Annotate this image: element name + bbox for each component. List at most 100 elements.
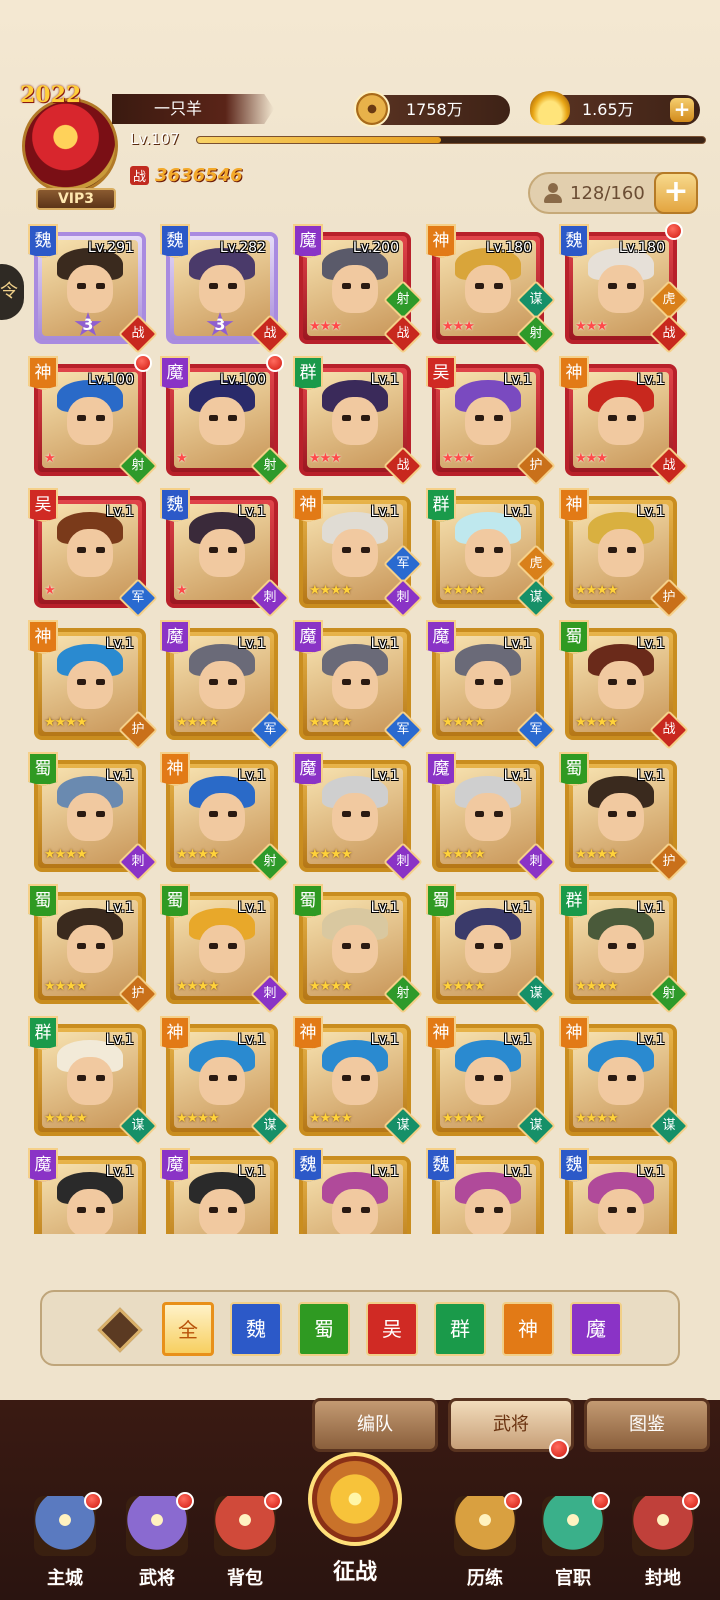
hero-stars: ★★★★ — [309, 847, 353, 862]
nav-武将[interactable]: 武将 — [112, 1462, 202, 1600]
avatar[interactable] — [22, 98, 118, 194]
notification-dot — [264, 1492, 282, 1510]
sort-icon[interactable] — [97, 1307, 143, 1353]
hero-card[interactable]: 魏 Lv.180 ★★★ 虎战 — [559, 222, 689, 354]
hero-card[interactable]: 神 Lv.1 ★★★★ 谋 — [293, 1016, 423, 1146]
vip-badge[interactable]: VIP3 — [36, 188, 116, 210]
hero-card[interactable]: 蜀 Lv.1 ★★★★ 护 — [559, 752, 689, 882]
hero-card[interactable]: 神 Lv.1 ★★★★ 射 — [160, 752, 290, 882]
hero-card[interactable]: 群 Lv.1 ★★★★ 虎谋 — [426, 488, 556, 618]
hero-card[interactable]: 神 Lv.1 ★★★★ 谋 — [559, 1016, 689, 1146]
role-text: 护 — [662, 854, 676, 869]
hero-level: Lv.1 — [503, 900, 532, 916]
hero-eye — [341, 811, 352, 817]
nav-主城[interactable]: 主城 — [20, 1462, 110, 1600]
filter-吴[interactable]: 吴 — [366, 1302, 418, 1356]
hero-card[interactable]: 蜀 Lv.1 ★★★★ 刺 — [28, 752, 158, 882]
hero-card[interactable]: 魏 Lv.291 3 战 — [28, 224, 158, 354]
hero-stars: ★★★ — [442, 319, 475, 334]
hero-stars: ★★★★ — [575, 979, 619, 994]
nav-背包[interactable]: 背包 — [200, 1462, 290, 1600]
hero-eye — [208, 679, 219, 685]
hero-card[interactable]: 魔 Lv.1 ★★★★ 军 — [293, 620, 423, 750]
filter-魔[interactable]: 魔 — [570, 1302, 622, 1356]
hero-card[interactable]: 神 Lv.180 ★★★ 谋射 — [426, 224, 556, 354]
hero-card[interactable]: 神 Lv.1 ★★★★ 护 — [559, 488, 689, 618]
hero-card[interactable]: 魔 Lv.1 ★★★★ 刺 — [426, 752, 556, 882]
faction-badge: 吴 — [28, 488, 58, 522]
subtab-图鉴[interactable]: 图鉴 — [584, 1398, 710, 1452]
hero-card[interactable]: 吴 Lv.1 ★★★ 护 — [426, 356, 556, 486]
filter-群[interactable]: 群 — [434, 1302, 486, 1356]
hero-card[interactable]: 魔 Lv.200 ★★★ 射战 — [293, 224, 423, 354]
hero-card[interactable]: 神 Lv.1 ★★★★ 谋 — [160, 1016, 290, 1146]
hero-card[interactable]: 神 Lv.100 ★ 射 — [28, 354, 158, 486]
hero-card[interactable]: 魏 Lv.282 3 战 — [160, 224, 290, 354]
hero-card[interactable]: 吴 Lv.1 ★ 军 — [28, 488, 158, 618]
subtab-武将[interactable]: 武将 — [448, 1398, 574, 1459]
nav-官职[interactable]: 官职 — [528, 1462, 618, 1600]
hero-eye — [95, 415, 106, 421]
hero-stars: ★★★★ — [442, 715, 486, 730]
role-text: 刺 — [263, 986, 277, 1001]
hero-level: Lv.1 — [636, 1164, 665, 1180]
hero-eye — [607, 1207, 618, 1213]
hero-level: Lv.1 — [370, 768, 399, 784]
faction-badge: 群 — [28, 1016, 58, 1050]
hero-card[interactable]: 魔 Lv.1 — [28, 1148, 146, 1234]
hero-card[interactable]: 魔 Lv.1 — [160, 1148, 278, 1234]
add-capacity-button[interactable]: + — [654, 172, 698, 214]
faction-badge: 魔 — [426, 620, 456, 654]
hero-card[interactable]: 魏 Lv.1 — [559, 1148, 677, 1234]
hero-eye — [227, 943, 238, 949]
hero-level: Lv.1 — [503, 1032, 532, 1048]
filter-全[interactable]: 全 — [162, 1302, 214, 1356]
ingot-counter[interactable]: 1.65万 + — [530, 91, 700, 125]
hero-card[interactable]: 魔 Lv.1 ★★★★ 军 — [160, 620, 290, 750]
nav-battle[interactable]: 征战 — [300, 1440, 410, 1600]
hero-level: Lv.1 — [105, 504, 134, 520]
hero-card[interactable]: 群 Lv.1 ★★★★ 谋 — [28, 1016, 158, 1146]
hero-card[interactable]: 蜀 Lv.1 ★★★★ 射 — [293, 884, 423, 1014]
filter-蜀[interactable]: 蜀 — [298, 1302, 350, 1356]
notification-dot — [504, 1492, 522, 1510]
faction-badge: 魔 — [160, 620, 190, 654]
role-text: 军 — [263, 722, 277, 737]
hero-card[interactable]: 神 Lv.1 ★★★ 战 — [559, 356, 689, 486]
hero-card[interactable]: 魏 Lv.1 ★ 刺 — [160, 488, 290, 618]
nav-历练[interactable]: 历练 — [440, 1462, 530, 1600]
hero-eye — [341, 547, 352, 553]
hero-eye — [95, 283, 106, 289]
hero-card[interactable]: 神 Lv.1 ★★★★ 护 — [28, 620, 158, 750]
coin-counter[interactable]: 1758万 — [354, 91, 510, 127]
hero-card[interactable]: 蜀 Lv.1 ★★★★ 护 — [28, 884, 158, 1014]
role-text: 虎 — [529, 556, 543, 571]
hero-card[interactable]: 群 Lv.1 ★★★ 战 — [293, 356, 423, 486]
hero-face — [66, 396, 114, 445]
faction-badge: 魔 — [160, 1148, 190, 1182]
faction-badge: 魏 — [426, 1148, 456, 1182]
hero-card[interactable]: 蜀 Lv.1 ★★★★ 谋 — [426, 884, 556, 1014]
hero-card[interactable]: 群 Lv.1 ★★★★ 射 — [559, 884, 689, 1014]
hero-card[interactable]: 魏 Lv.1 — [426, 1148, 544, 1234]
hero-card[interactable]: 神 Lv.1 ★★★★ 军刺 — [293, 488, 423, 618]
faction-badge: 神 — [160, 752, 190, 786]
hero-eye — [607, 547, 618, 553]
role-text: 战 — [396, 458, 410, 473]
faction-badge: 蜀 — [559, 752, 589, 786]
add-ingot-button[interactable]: + — [670, 98, 694, 122]
hero-card[interactable]: 蜀 Lv.1 ★★★★ 战 — [559, 620, 689, 750]
hero-card[interactable]: 魔 Lv.1 ★★★★ 军 — [426, 620, 556, 750]
hero-card[interactable]: 魔 Lv.1 ★★★★ 刺 — [293, 752, 423, 882]
filter-神[interactable]: 神 — [502, 1302, 554, 1356]
filter-魏[interactable]: 魏 — [230, 1302, 282, 1356]
hero-eye — [341, 415, 352, 421]
faction-badge: 魏 — [559, 224, 589, 258]
hero-card[interactable]: 魔 Lv.100 ★ 射 — [160, 354, 290, 486]
nav-label: 武将 — [139, 1568, 175, 1589]
nav-封地[interactable]: 封地 — [618, 1462, 708, 1600]
hero-card[interactable]: 神 Lv.1 ★★★★ 谋 — [426, 1016, 556, 1146]
hero-stars: ★ — [44, 451, 56, 466]
hero-card[interactable]: 蜀 Lv.1 ★★★★ 刺 — [160, 884, 290, 1014]
hero-card[interactable]: 魏 Lv.1 — [293, 1148, 411, 1234]
